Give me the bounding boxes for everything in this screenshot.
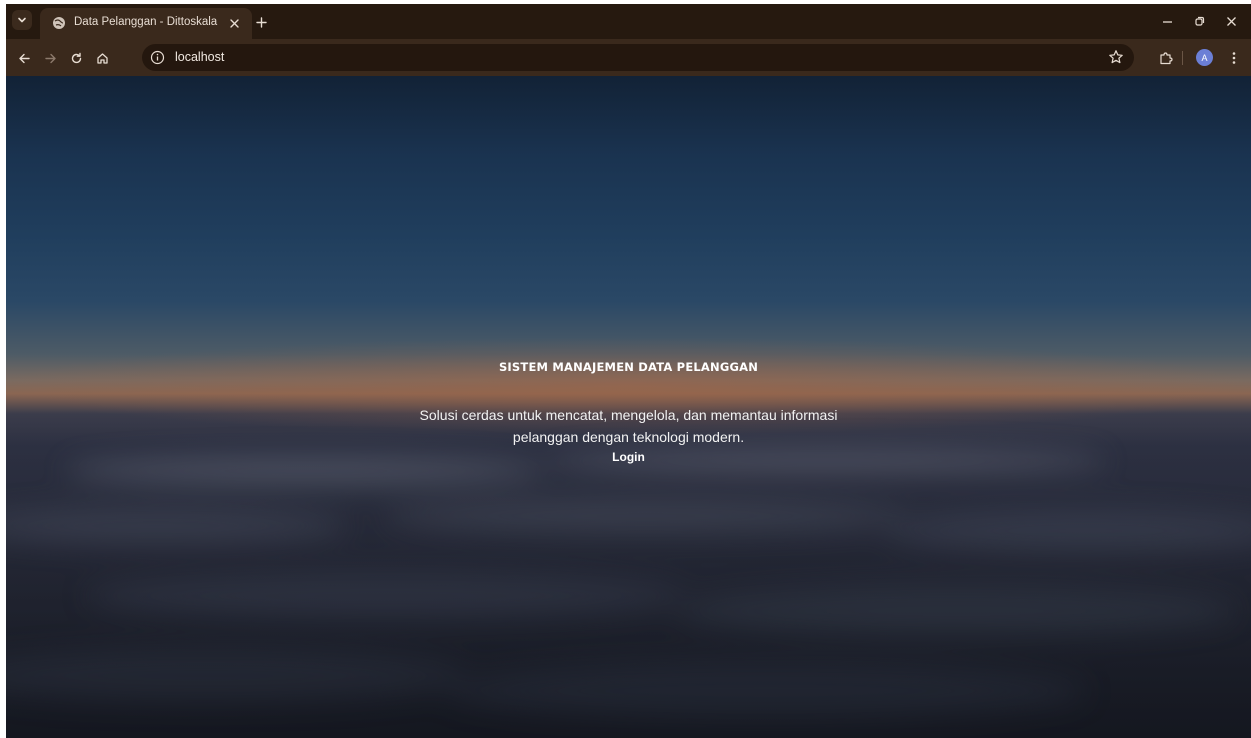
globe-icon xyxy=(53,17,65,29)
page-viewport: SISTEM MANAJEMEN DATA PELANGGAN Solusi c… xyxy=(6,76,1251,738)
home-icon xyxy=(96,52,108,64)
login-link[interactable]: Login xyxy=(612,450,645,464)
tab-search-button[interactable] xyxy=(12,10,32,30)
address-url[interactable]: localhost xyxy=(175,50,224,64)
kebab-menu-icon xyxy=(1232,52,1236,64)
tab-strip: Data Pelanggan - Dittoskala xyxy=(6,4,1251,39)
puzzle-icon xyxy=(1160,52,1173,65)
profile-avatar[interactable]: A xyxy=(1196,49,1213,66)
minimize-icon xyxy=(1162,20,1172,23)
hero-title: SISTEM MANAJEMEN DATA PELANGGAN xyxy=(498,360,759,374)
arrow-right-icon xyxy=(44,53,56,63)
close-icon xyxy=(1226,16,1236,26)
reload-icon xyxy=(71,52,81,63)
reload-button[interactable] xyxy=(66,48,86,68)
back-button[interactable] xyxy=(14,48,34,68)
hero-section: SISTEM MANAJEMEN DATA PELANGGAN Solusi c… xyxy=(6,360,1251,466)
arrow-left-icon xyxy=(18,53,30,63)
bookmark-star-icon[interactable] xyxy=(1108,49,1124,65)
tab-close-button[interactable] xyxy=(226,15,242,31)
close-window-button[interactable] xyxy=(1220,12,1242,30)
restore-icon xyxy=(1194,16,1204,26)
forward-button[interactable] xyxy=(40,48,60,68)
home-button[interactable] xyxy=(92,48,112,68)
minimize-button[interactable] xyxy=(1156,12,1178,30)
tab-active[interactable]: Data Pelanggan - Dittoskala xyxy=(40,8,252,39)
address-bar[interactable]: localhost xyxy=(142,44,1134,71)
chevron-down-icon xyxy=(18,17,26,23)
info-icon[interactable] xyxy=(150,50,165,65)
browser-toolbar: localhost A xyxy=(6,39,1251,76)
new-tab-button[interactable] xyxy=(252,13,270,31)
toolbar-separator xyxy=(1182,51,1183,65)
close-icon xyxy=(229,18,239,28)
plus-icon xyxy=(255,16,267,28)
browser-window: Data Pelanggan - Dittoskala localhost A … xyxy=(6,4,1251,738)
tab-title: Data Pelanggan - Dittoskala xyxy=(74,16,218,28)
restore-button[interactable] xyxy=(1188,12,1210,30)
menu-button[interactable] xyxy=(1224,48,1244,68)
extensions-button[interactable] xyxy=(1156,48,1176,68)
hero-subtitle: Solusi cerdas untuk mencatat, mengelola,… xyxy=(419,407,838,445)
